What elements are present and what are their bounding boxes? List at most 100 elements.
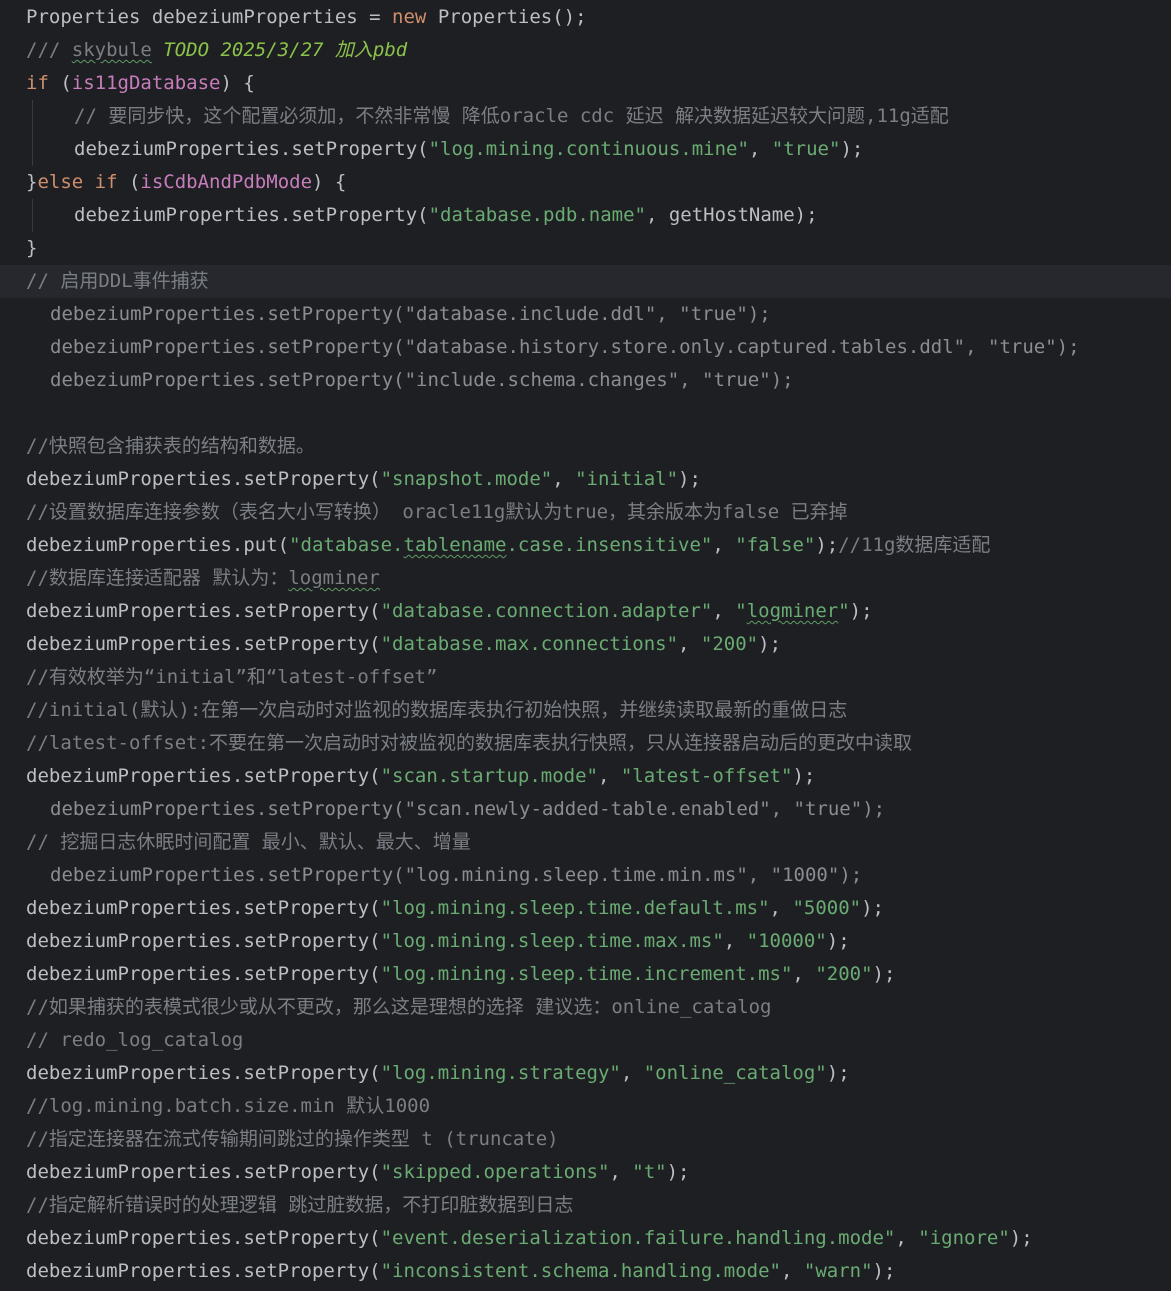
code-line[interactable]: debeziumProperties.setProperty("database… bbox=[0, 199, 1171, 232]
code-line[interactable]: debeziumProperties.setProperty("inconsis… bbox=[0, 1255, 1171, 1288]
code-line[interactable]: debeziumProperties.setProperty("log.mini… bbox=[0, 925, 1171, 958]
code-line[interactable]: //有效枚举为“initial”和“latest-offset” bbox=[0, 661, 1171, 694]
code-line[interactable]: Properties debeziumProperties = new Prop… bbox=[0, 1, 1171, 34]
string-literal: "true" bbox=[702, 369, 771, 391]
code-line[interactable]: // redo_log_catalog bbox=[0, 1024, 1171, 1057]
code-line[interactable]: debeziumProperties.setProperty("database… bbox=[0, 595, 1171, 628]
comment-text: //设置数据库连接参数（表名大小写转换） oracle11g默认为true，其余… bbox=[26, 501, 848, 523]
string-literal: "event.deserialization.failure.handling.… bbox=[380, 1227, 896, 1249]
code-token: debeziumProperties.setProperty( bbox=[26, 633, 381, 655]
code-line[interactable]: //指定解析错误时的处理逻辑 跳过脏数据，不打印脏数据到日志 bbox=[0, 1189, 1171, 1222]
string-literal: "initial" bbox=[575, 468, 679, 490]
code-token: ); bbox=[666, 1161, 690, 1183]
string-literal: "database. bbox=[289, 534, 404, 556]
string-literal: "10000" bbox=[746, 930, 827, 952]
misspelled-word: logminer bbox=[288, 567, 380, 589]
code-line[interactable]: //设置数据库连接参数（表名大小写转换） oracle11g默认为true，其余… bbox=[0, 496, 1171, 529]
comment-text: // 启用DDL事件捕获 bbox=[26, 270, 209, 292]
code-token: debeziumProperties.setProperty( bbox=[50, 303, 405, 325]
code-line[interactable]: debeziumProperties.setProperty("database… bbox=[0, 298, 1171, 331]
code-token: ); bbox=[815, 534, 839, 556]
code-token: ( bbox=[48, 72, 72, 94]
code-line[interactable]: /// skybule TODO 2025/3/27 加入pbd bbox=[0, 34, 1171, 67]
comment-text: //如果捕获的表模式很少或从不更改，那么这是理想的选择 建议选：online_c… bbox=[26, 996, 772, 1018]
code-line[interactable]: debeziumProperties.setProperty("database… bbox=[0, 331, 1171, 364]
string-literal: "database.connection.adapter" bbox=[380, 600, 713, 622]
code-token: , getHostName); bbox=[645, 204, 818, 226]
code-line[interactable]: debeziumProperties.setProperty("database… bbox=[0, 628, 1171, 661]
code-line[interactable]: debeziumProperties.put("database.tablena… bbox=[0, 529, 1171, 562]
code-token: ); bbox=[826, 930, 850, 952]
string-literal: "1000" bbox=[770, 864, 840, 886]
code-line[interactable]: //数据库连接适配器 默认为：logminer bbox=[0, 562, 1171, 595]
code-line[interactable]: // 要同步快，这个配置必须加，不然非常慢 降低oracle cdc 延迟 解决… bbox=[0, 100, 1171, 133]
code-line[interactable]: } bbox=[0, 232, 1171, 265]
string-literal: "database.pdb.name" bbox=[428, 204, 646, 226]
code-token: , bbox=[770, 798, 794, 820]
code-line[interactable]: //log.mining.batch.size.min 默认1000 bbox=[0, 1090, 1171, 1123]
code-token: Properties debeziumProperties = bbox=[26, 6, 393, 28]
comment-text: //log.mining.batch.size.min 默认1000 bbox=[26, 1095, 431, 1117]
string-literal: "latest-offset" bbox=[620, 765, 793, 787]
code-line[interactable]: //指定连接器在流式传输期间跳过的操作类型 t (truncate) bbox=[0, 1123, 1171, 1156]
code-token: ); bbox=[770, 369, 794, 391]
string-literal: "log.mining.sleep.time.min.ms" bbox=[404, 864, 748, 886]
code-token: debeziumProperties.setProperty( bbox=[26, 600, 381, 622]
code-line[interactable]: //initial(默认):在第一次启动时对监视的数据库表执行初始快照，并继续读… bbox=[0, 694, 1171, 727]
code-token: ); bbox=[1056, 336, 1080, 358]
code-token: debeziumProperties.put( bbox=[26, 534, 290, 556]
keyword-token: else if bbox=[37, 171, 118, 193]
code-token: ) { bbox=[220, 72, 255, 94]
code-token: ); bbox=[872, 963, 896, 985]
string-literal: "t" bbox=[632, 1161, 667, 1183]
code-line[interactable]: debeziumProperties.setProperty("scan.sta… bbox=[0, 760, 1171, 793]
code-line[interactable]: debeziumProperties.setProperty("snapshot… bbox=[0, 463, 1171, 496]
comment-text: // redo_log_catalog bbox=[26, 1029, 244, 1051]
code-line[interactable]: debeziumProperties.setProperty("log.mini… bbox=[0, 958, 1171, 991]
current-code-line[interactable]: // 启用DDL事件捕获 bbox=[0, 265, 1171, 298]
code-token: debeziumProperties.setProperty( bbox=[26, 468, 381, 490]
string-literal: "online_catalog" bbox=[643, 1062, 827, 1084]
code-line[interactable]: //latest-offset:不要在第一次启动时对被监视的数据库表执行快照，只… bbox=[0, 727, 1171, 760]
string-literal: "true" bbox=[679, 303, 748, 325]
string-literal: "snapshot.mode" bbox=[380, 468, 553, 490]
string-literal: "database.history.store.only.captured.ta… bbox=[404, 336, 966, 358]
code-token: } bbox=[26, 171, 38, 193]
code-token: ); bbox=[849, 600, 873, 622]
indent-guide bbox=[32, 199, 33, 232]
code-token: , bbox=[792, 963, 816, 985]
comment-text: //数据库连接适配器 默认为： bbox=[26, 567, 289, 589]
code-line[interactable]: debeziumProperties.setProperty("skipped.… bbox=[0, 1156, 1171, 1189]
code-token: } bbox=[26, 237, 38, 259]
code-token: debeziumProperties.setProperty( bbox=[50, 336, 405, 358]
code-token: , bbox=[895, 1227, 919, 1249]
code-line[interactable]: debeziumProperties.setProperty("log.mini… bbox=[0, 892, 1171, 925]
code-line[interactable] bbox=[0, 397, 1171, 430]
code-line[interactable]: debeziumProperties.setProperty("event.de… bbox=[0, 1222, 1171, 1255]
code-line[interactable]: debeziumProperties.setProperty("scan.new… bbox=[0, 793, 1171, 826]
code-line[interactable]: debeziumProperties.setProperty("log.mini… bbox=[0, 133, 1171, 166]
string-literal: " bbox=[838, 600, 850, 622]
code-editor[interactable]: Properties debeziumProperties = new Prop… bbox=[0, 0, 1171, 1291]
code-line[interactable]: debeziumProperties.setProperty("log.mini… bbox=[0, 1057, 1171, 1090]
string-literal: "false" bbox=[735, 534, 816, 556]
code-line[interactable]: debeziumProperties.setProperty("log.mini… bbox=[0, 859, 1171, 892]
indent-guide bbox=[32, 100, 33, 133]
comment-text: // 要同步快，这个配置必须加，不然非常慢 降低oracle cdc 延迟 解决… bbox=[74, 105, 949, 127]
string-literal: "5000" bbox=[792, 897, 862, 919]
code-line[interactable]: debeziumProperties.setProperty("include.… bbox=[0, 364, 1171, 397]
code-line[interactable]: //快照包含捕获表的结构和数据。 bbox=[0, 430, 1171, 463]
misspelled-word: logminer bbox=[746, 600, 839, 622]
code-line[interactable]: if (is11gDatabase) { bbox=[0, 67, 1171, 100]
code-token: , bbox=[780, 1260, 804, 1282]
code-line[interactable]: // 挖掘日志休眠时间配置 最小、默认、最大、增量 bbox=[0, 826, 1171, 859]
comment-text: //有效枚举为“initial”和“latest-offset” bbox=[26, 666, 438, 688]
code-token: ( bbox=[117, 171, 141, 193]
code-line[interactable]: //如果捕获的表模式很少或从不更改，那么这是理想的选择 建议选：online_c… bbox=[0, 991, 1171, 1024]
comment-text: //指定解析错误时的处理逻辑 跳过脏数据，不打印脏数据到日志 bbox=[26, 1194, 574, 1216]
string-literal: "log.mining.sleep.time.max.ms" bbox=[380, 930, 724, 952]
code-token: , bbox=[965, 336, 989, 358]
indent-guide bbox=[32, 133, 33, 166]
string-literal: " bbox=[735, 600, 747, 622]
code-line[interactable]: }else if (isCdbAndPdbMode) { bbox=[0, 166, 1171, 199]
